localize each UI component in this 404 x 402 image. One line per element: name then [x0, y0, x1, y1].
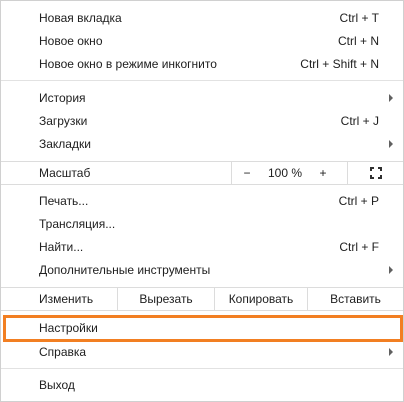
- menu-item-new-tab[interactable]: Новая вкладка Ctrl + T: [1, 7, 403, 29]
- chrome-main-menu: Новая вкладка Ctrl + T Новое окно Ctrl +…: [0, 0, 404, 402]
- highlight-box: [3, 315, 403, 342]
- zoom-row: Масштаб − 100 % +: [1, 161, 403, 185]
- paste-button[interactable]: Вставить: [308, 288, 403, 310]
- menu-item-print[interactable]: Печать... Ctrl + P: [1, 190, 403, 212]
- menu-item-label: Дополнительные инструменты: [39, 263, 211, 277]
- menu-item-label: Справка: [39, 345, 87, 359]
- submenu-arrow-icon: [389, 348, 393, 356]
- menu-item-help[interactable]: Справка: [1, 341, 403, 363]
- zoom-level-value: 100 %: [262, 162, 308, 184]
- menu-item-label: Печать...: [39, 194, 89, 208]
- minus-icon: −: [243, 166, 251, 180]
- menu-item-label: Новая вкладка: [39, 11, 122, 25]
- edit-label: Изменить: [39, 292, 94, 306]
- menu-item-label: Трансляция...: [39, 217, 116, 231]
- menu-item-more-tools[interactable]: Дополнительные инструменты: [1, 259, 403, 281]
- menu-item-shortcut: Ctrl + Shift + N: [300, 57, 379, 71]
- menu-item-history[interactable]: История: [1, 87, 403, 109]
- menu-item-label: Новое окно: [39, 34, 103, 48]
- zoom-label-cell: Масштаб: [1, 162, 231, 184]
- plus-icon: +: [319, 166, 327, 180]
- copy-button[interactable]: Копировать: [215, 288, 307, 310]
- zoom-label: Масштаб: [39, 166, 91, 180]
- edit-label-cell: Изменить: [1, 288, 117, 310]
- menu-item-shortcut: Ctrl + N: [337, 34, 379, 48]
- menu-separator: [1, 80, 403, 81]
- menu-item-shortcut: Ctrl + J: [340, 114, 379, 128]
- menu-item-label: Новое окно в режиме инкогнито: [39, 57, 217, 71]
- cut-label: Вырезать: [139, 292, 193, 306]
- submenu-arrow-icon: [389, 266, 393, 274]
- submenu-arrow-icon: [389, 140, 393, 148]
- menu-item-new-window[interactable]: Новое окно Ctrl + N: [1, 30, 403, 52]
- menu-item-exit[interactable]: Выход: [1, 374, 403, 396]
- menu-item-new-incognito-window[interactable]: Новое окно в режиме инкогнито Ctrl + Shi…: [1, 53, 403, 75]
- menu-item-shortcut: Ctrl + F: [339, 240, 379, 254]
- menu-item-cast[interactable]: Трансляция...: [1, 213, 403, 235]
- fullscreen-button[interactable]: [348, 162, 403, 184]
- menu-item-label: История: [39, 91, 86, 105]
- menu-item-label: Закладки: [39, 137, 91, 151]
- zoom-value-text: 100 %: [267, 166, 303, 180]
- menu-item-bookmarks[interactable]: Закладки: [1, 133, 403, 155]
- menu-item-label: Найти...: [39, 240, 84, 254]
- menu-item-label: Выход: [39, 378, 75, 392]
- paste-label: Вставить: [330, 292, 381, 306]
- zoom-in-button[interactable]: +: [308, 162, 338, 184]
- menu-item-find[interactable]: Найти... Ctrl + F: [1, 236, 403, 258]
- menu-item-shortcut: Ctrl + P: [338, 194, 379, 208]
- copy-label: Копировать: [228, 292, 294, 306]
- cut-button[interactable]: Вырезать: [118, 288, 214, 310]
- submenu-arrow-icon: [389, 94, 393, 102]
- menu-separator: [1, 368, 403, 369]
- edit-row: Изменить Вырезать Копировать Вставить: [1, 287, 403, 311]
- menu-item-label: Загрузки: [39, 114, 88, 128]
- menu-item-downloads[interactable]: Загрузки Ctrl + J: [1, 110, 403, 132]
- menu-item-shortcut: Ctrl + T: [339, 11, 379, 25]
- zoom-out-button[interactable]: −: [232, 162, 262, 184]
- fullscreen-icon: [369, 167, 382, 179]
